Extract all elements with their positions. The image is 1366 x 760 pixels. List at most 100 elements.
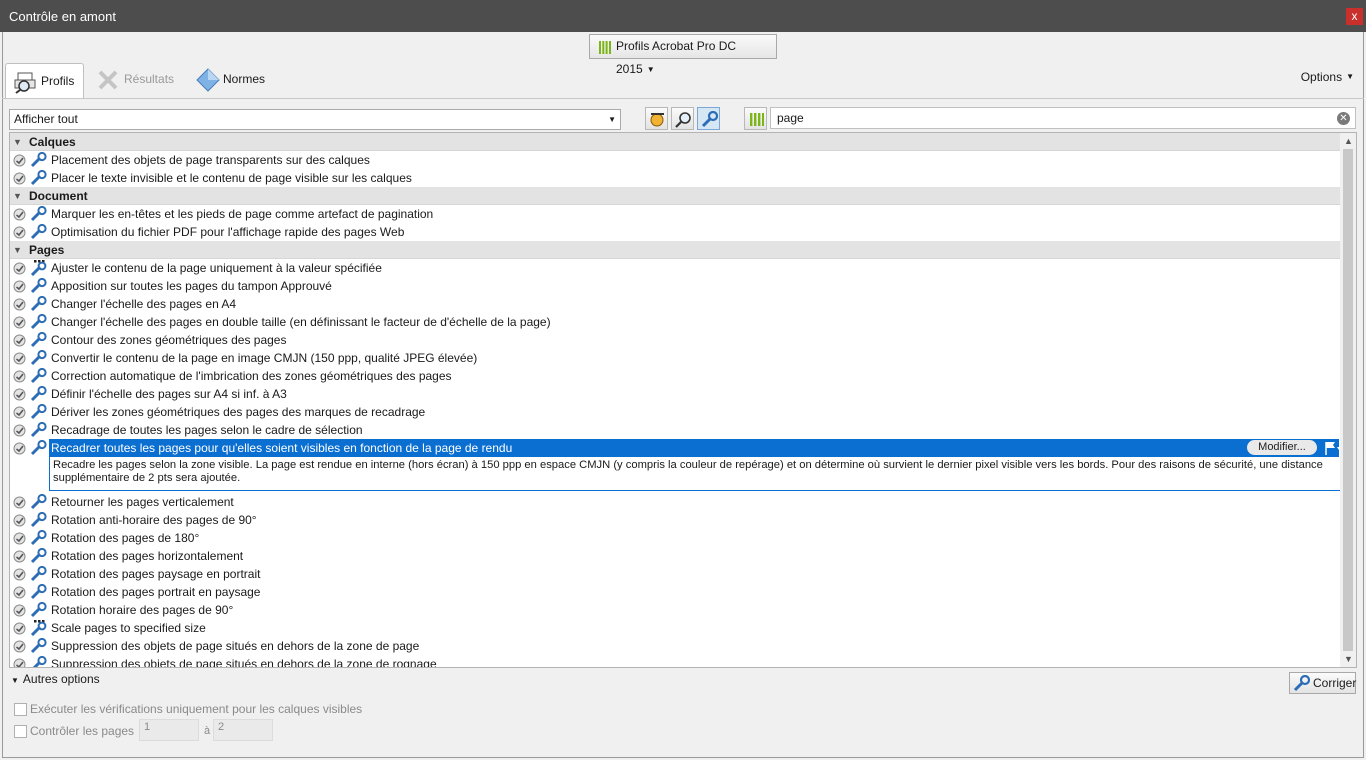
wrench-icon — [30, 440, 47, 456]
list-item[interactable]: Contour des zones géométriques des pages — [10, 331, 1341, 349]
wrench-icon — [30, 566, 47, 582]
wrench-icon — [30, 638, 47, 654]
search-value: page — [777, 111, 804, 125]
list-item[interactable]: Rotation des pages portrait en paysage — [10, 583, 1341, 601]
check-status-icon — [13, 352, 26, 365]
tab-profils[interactable]: Profils — [5, 63, 84, 99]
visible-layers-option[interactable]: Exécuter les vérifications uniquement po… — [14, 702, 362, 716]
list-item[interactable]: Dériver les zones géométriques des pages… — [10, 403, 1341, 421]
vertical-scrollbar[interactable]: ▲ ▼ — [1340, 133, 1356, 667]
list-item-label: Changer l'échelle des pages en double ta… — [51, 315, 551, 329]
wrench-icon — [32, 656, 47, 667]
filter-selected: Afficher tout — [14, 112, 78, 126]
wrench-icon — [30, 404, 47, 420]
triangle-down-icon: ▼ — [13, 137, 22, 147]
list-item[interactable]: Apposition sur toutes les pages du tampo… — [10, 277, 1341, 295]
options-menu[interactable]: Options ▼ — [1301, 70, 1354, 84]
triangle-down-icon: ▼ — [13, 245, 22, 255]
title-bar: Contrôle en amont x — [0, 0, 1366, 32]
list-item[interactable]: Correction automatique de l'imbrication … — [10, 367, 1341, 385]
list-item-label: Optimisation du fichier PDF pour l'affic… — [51, 225, 405, 239]
divider — [2, 98, 1364, 99]
list-item[interactable]: Suppression des objets de page situés en… — [10, 637, 1341, 655]
check-pages-option[interactable]: Contrôler les pages — [14, 724, 134, 738]
page-from-field[interactable]: 1 — [139, 719, 199, 741]
corriger-label: Corriger — [1313, 676, 1357, 690]
filter-dropdown[interactable]: Afficher tout ▼ — [9, 109, 621, 130]
check-status-icon — [13, 280, 26, 293]
check-status-icon — [13, 334, 26, 347]
search-input[interactable]: page ✕ — [770, 107, 1356, 129]
group-header[interactable]: ▼ Calques — [10, 133, 1341, 151]
visible-layers-checkbox[interactable] — [14, 703, 27, 716]
list-item[interactable]: Définir l'échelle des pages sur A4 si in… — [10, 385, 1341, 403]
profile-selector-button[interactable]: Profils Acrobat Pro DC 2015 ▼ — [589, 34, 777, 76]
wrench-icon — [1293, 675, 1310, 692]
droplet-view-button[interactable] — [645, 107, 668, 130]
list-item-label: Rotation des pages portrait en paysage — [51, 585, 261, 599]
scroll-thumb[interactable] — [1343, 149, 1353, 651]
wrench-icon — [30, 206, 47, 222]
wrench-icon — [30, 152, 47, 168]
corriger-button[interactable]: Corriger — [1289, 672, 1356, 694]
wrench-icon — [30, 170, 47, 186]
list-item[interactable]: Rotation horaire des pages de 90° — [10, 601, 1341, 619]
scroll-up-icon[interactable]: ▲ — [1344, 136, 1353, 146]
check-status-icon — [13, 442, 26, 455]
visible-layers-label: Exécuter les vérifications uniquement po… — [30, 702, 363, 716]
flag-dropdown-icon[interactable] — [1322, 440, 1342, 456]
list-item[interactable]: Retourner les pages verticalement — [10, 493, 1341, 511]
scroll-down-icon[interactable]: ▼ — [1344, 654, 1353, 664]
group-header[interactable]: ▼ Pages — [10, 241, 1341, 259]
profile-bars-icon — [599, 41, 611, 54]
group-label: Document — [29, 189, 88, 203]
group-header[interactable]: ▼ Document — [10, 187, 1341, 205]
list-item[interactable]: Suppression des objets de page situés en… — [10, 655, 1341, 667]
list-item[interactable]: Rotation des pages horizontalement — [10, 547, 1341, 565]
check-status-icon — [13, 262, 26, 275]
tab-normes[interactable]: Normes — [193, 62, 273, 98]
wrench-icon — [701, 111, 718, 128]
list-item[interactable]: Placer le texte invisible et le contenu … — [10, 169, 1341, 187]
list-item[interactable]: Ajuster le contenu de la page uniquement… — [10, 259, 1341, 277]
check-status-icon — [13, 640, 26, 653]
autres-options-toggle[interactable]: ▼ Autres options — [11, 672, 100, 686]
wrench-icon — [30, 422, 47, 438]
modify-button[interactable]: Modifier... — [1247, 440, 1317, 455]
page-to-field[interactable]: 2 — [213, 719, 273, 741]
wrench-icon — [30, 368, 47, 384]
list-item[interactable]: Marquer les en-têtes et les pieds de pag… — [10, 205, 1341, 223]
wrench-icon — [30, 584, 47, 600]
droplet-icon — [650, 113, 664, 127]
close-icon[interactable]: x — [1346, 8, 1363, 25]
list-item[interactable]: Rotation des pages de 180° — [10, 529, 1341, 547]
wrench-icon — [30, 602, 47, 618]
profile-view-button[interactable] — [744, 107, 767, 130]
chevron-down-icon: ▼ — [1346, 72, 1354, 81]
check-status-icon — [13, 568, 26, 581]
fixup-view-button[interactable] — [697, 107, 720, 130]
check-status-icon — [13, 622, 26, 635]
wrench-cross-icon — [98, 70, 118, 90]
check-status-icon — [13, 532, 26, 545]
list-item[interactable]: Changer l'échelle des pages en double ta… — [10, 313, 1341, 331]
list-item[interactable]: Rotation des pages paysage en portrait — [10, 565, 1341, 583]
tab-resultats[interactable]: Résultats — [94, 62, 184, 98]
list-item-label: Rotation anti-horaire des pages de 90° — [51, 513, 257, 527]
check-pages-checkbox[interactable] — [14, 725, 27, 738]
wrench-icon — [30, 278, 47, 294]
tab-normes-label: Normes — [223, 72, 266, 86]
list-item[interactable]: Placement des objets de page transparent… — [10, 151, 1341, 169]
fixup-list: ▼ Calques Placement des objets de page tra… — [9, 132, 1357, 668]
list-item[interactable]: Scale pages to specified size — [10, 619, 1341, 637]
list-item[interactable]: Convertir le contenu de la page en image… — [10, 349, 1341, 367]
list-item[interactable]: Recadrer toutes les pages pour qu'elles … — [10, 439, 1341, 457]
check-status-icon — [13, 172, 26, 185]
clear-icon[interactable]: ✕ — [1337, 112, 1350, 125]
wrench-dots-icon — [30, 260, 47, 276]
list-item[interactable]: Optimisation du fichier PDF pour l'affic… — [10, 223, 1341, 241]
list-item[interactable]: Changer l'échelle des pages en A4 — [10, 295, 1341, 313]
list-item[interactable]: Rotation anti-horaire des pages de 90° — [10, 511, 1341, 529]
list-item[interactable]: Recadrage de toutes les pages selon le c… — [10, 421, 1341, 439]
search-view-button[interactable] — [671, 107, 694, 130]
